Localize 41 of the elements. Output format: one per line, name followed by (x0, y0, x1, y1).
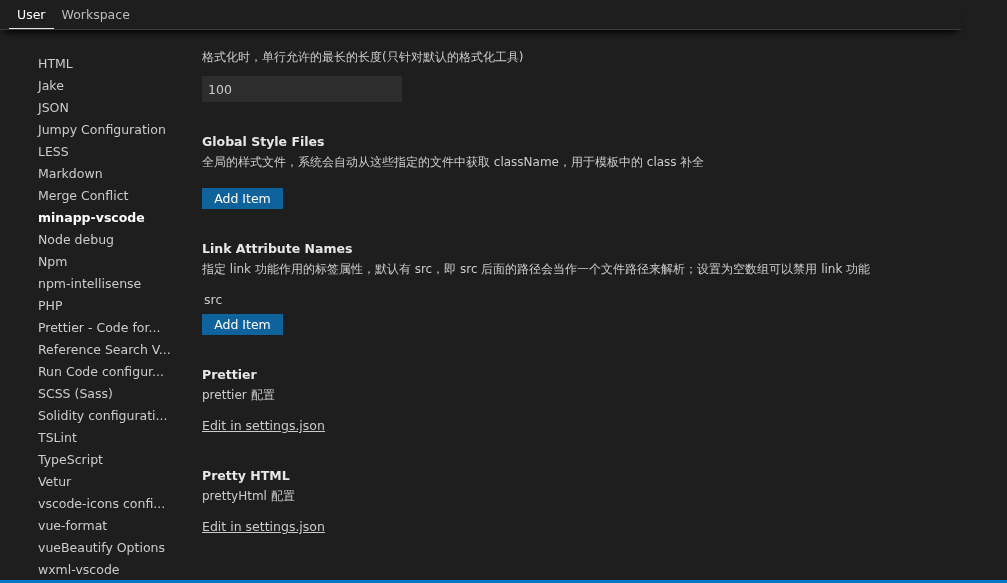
setting-title: Global Style Files (202, 133, 325, 151)
sidebar-item[interactable]: wxml-vscode (0, 559, 190, 580)
sidebar-item[interactable]: TypeScript (0, 449, 190, 471)
sidebar-item[interactable]: npm-intellisense (0, 273, 190, 295)
input-field[interactable]: 100 (202, 76, 402, 102)
sidebar-item[interactable]: minapp-vscode (0, 207, 190, 229)
sidebar-item[interactable]: LESS (0, 141, 190, 163)
sidebar-item[interactable]: Prettier - Code for... (0, 317, 190, 339)
add-item-button[interactable]: Add Item (202, 188, 283, 209)
sidebar-item[interactable]: JSON (0, 97, 190, 119)
sidebar-item[interactable]: PHP (0, 295, 190, 317)
sidebar-item[interactable]: Jumpy Configuration (0, 119, 190, 141)
settings-tab[interactable]: Workspace (53, 7, 138, 29)
setting-title: Prettier (202, 366, 257, 384)
setting-description: 格式化时，单行允许的最长的长度(只针对默认的格式化工具) (202, 49, 524, 66)
sidebar-item[interactable]: Vetur (0, 471, 190, 493)
setting-description: prettier 配置 (202, 387, 275, 404)
edit-in-settings-link[interactable]: Edit in settings.json (202, 517, 325, 537)
edit-in-settings-link[interactable]: Edit in settings.json (202, 416, 325, 436)
setting-title: Link Attribute Names (202, 240, 353, 258)
sidebar-item[interactable]: TSLint (0, 427, 190, 449)
sidebar-item[interactable]: vueBeautify Options (0, 537, 190, 559)
settings-tab[interactable]: User (9, 7, 54, 29)
sidebar-item[interactable]: vscode-icons confi... (0, 493, 190, 515)
setting-description: 指定 link 功能作用的标签属性，默认有 src，即 src 后面的路径会当作一个文件路径来解析；设置为空数组可以禁用 link 功能 (202, 261, 871, 278)
sidebar-item[interactable]: Reference Search V... (0, 339, 190, 361)
sidebar-item[interactable]: Solidity configurati... (0, 405, 190, 427)
sidebar-item[interactable]: Markdown (0, 163, 190, 185)
sidebar-item[interactable]: SCSS (Sass) (0, 383, 190, 405)
sidebar-item[interactable]: Run Code configur... (0, 361, 190, 383)
setting-title: Pretty HTML (202, 467, 290, 485)
sidebar-item[interactable]: HTML (0, 53, 190, 75)
setting-description: 全局的样式文件，系统会自动从这些指定的文件中获取 className，用于模板中的 class 补全 (202, 154, 705, 171)
setting-description: prettyHtml 配置 (202, 488, 295, 505)
sidebar-item[interactable]: vue-format (0, 515, 190, 537)
sidebar-item[interactable]: Merge Conflict (0, 185, 190, 207)
array-item[interactable]: src (202, 290, 223, 310)
sidebar-item[interactable]: Jake (0, 75, 190, 97)
sidebar-item[interactable]: Node debug (0, 229, 190, 251)
add-item-button[interactable]: Add Item (202, 314, 283, 335)
sidebar-item[interactable]: Npm (0, 251, 190, 273)
